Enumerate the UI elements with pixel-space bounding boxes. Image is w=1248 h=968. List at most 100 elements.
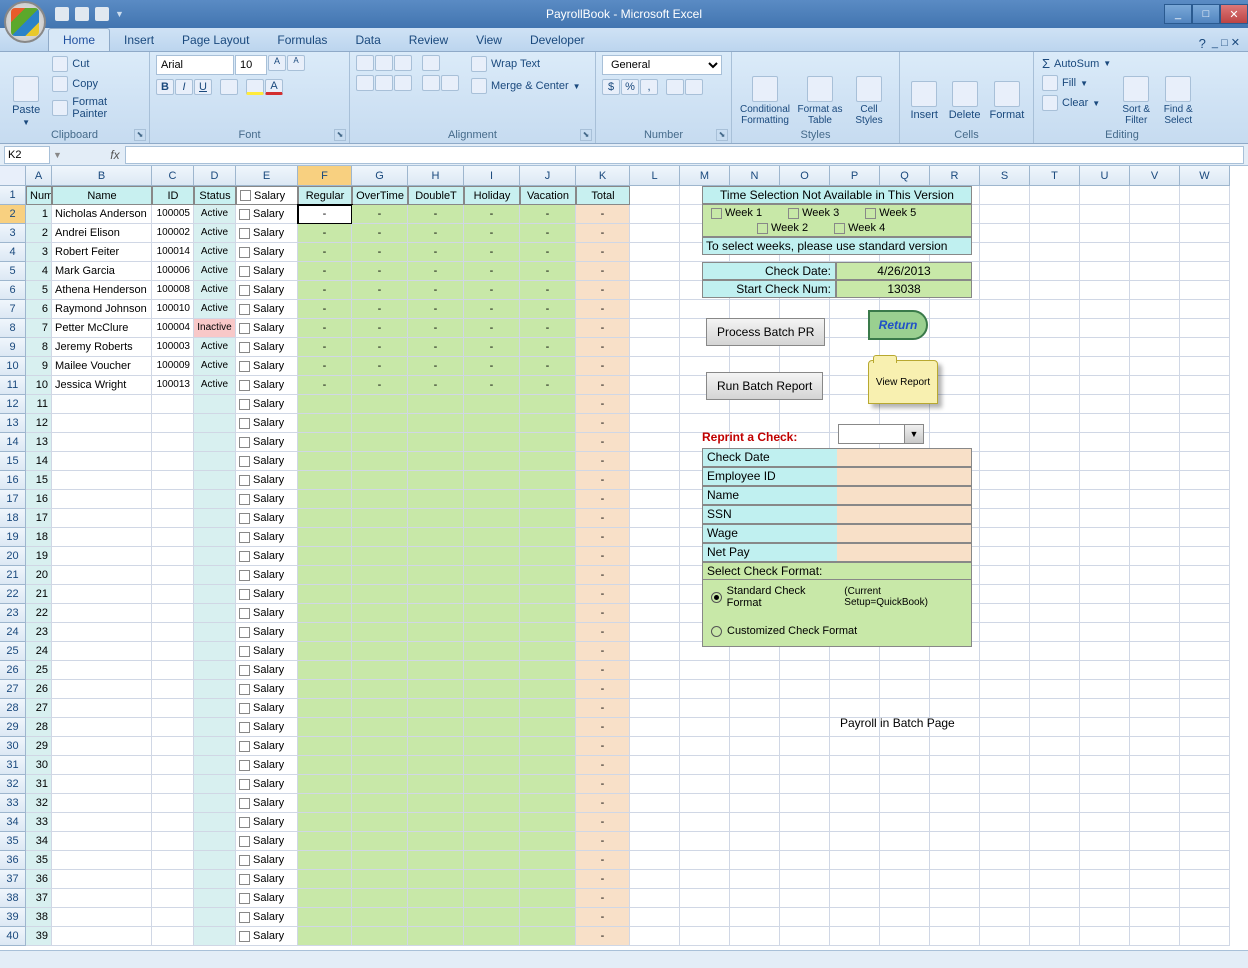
cell-time[interactable]: [464, 832, 520, 851]
cell-time[interactable]: -: [408, 262, 464, 281]
salary-checkbox[interactable]: Salary: [236, 243, 298, 262]
cell-time[interactable]: [352, 775, 408, 794]
cell-time[interactable]: [408, 490, 464, 509]
cell-time[interactable]: [298, 490, 352, 509]
cell-time[interactable]: [408, 718, 464, 737]
cell-status[interactable]: [194, 585, 236, 604]
cell-time[interactable]: [520, 604, 576, 623]
cell-time[interactable]: -: [464, 262, 520, 281]
cell-status[interactable]: [194, 623, 236, 642]
header-overtime[interactable]: OverTime: [352, 186, 408, 205]
cell-time[interactable]: [464, 471, 520, 490]
cell-time[interactable]: [520, 471, 576, 490]
cell-num[interactable]: 19: [26, 547, 52, 566]
cell-time[interactable]: [464, 547, 520, 566]
undo-icon[interactable]: [75, 7, 89, 21]
cell-time[interactable]: [352, 528, 408, 547]
cell-name[interactable]: [52, 585, 152, 604]
align-middle-icon[interactable]: [375, 55, 393, 71]
cell-time[interactable]: [464, 604, 520, 623]
cell-time[interactable]: -: [352, 357, 408, 376]
cell-total[interactable]: -: [576, 870, 630, 889]
cell-time[interactable]: [464, 642, 520, 661]
horizontal-scrollbar[interactable]: [0, 950, 1248, 968]
cell-num[interactable]: 33: [26, 813, 52, 832]
cell-num[interactable]: 37: [26, 889, 52, 908]
cell-num[interactable]: 15: [26, 471, 52, 490]
cell-id[interactable]: [152, 414, 194, 433]
col-header-F[interactable]: F: [298, 166, 352, 186]
salary-checkbox[interactable]: Salary: [236, 414, 298, 433]
row-header-21[interactable]: 21: [0, 566, 26, 585]
cell-time[interactable]: -: [352, 281, 408, 300]
cell-time[interactable]: [464, 870, 520, 889]
orientation-icon[interactable]: [422, 55, 440, 71]
row-header-8[interactable]: 8: [0, 319, 26, 338]
row-header-36[interactable]: 36: [0, 851, 26, 870]
salary-checkbox[interactable]: Salary: [236, 813, 298, 832]
cell-time[interactable]: [298, 718, 352, 737]
cell-status[interactable]: [194, 661, 236, 680]
cell-time[interactable]: -: [298, 281, 352, 300]
cell-time[interactable]: [298, 604, 352, 623]
cell-time[interactable]: [520, 832, 576, 851]
salary-checkbox[interactable]: Salary: [236, 661, 298, 680]
cell-name[interactable]: [52, 395, 152, 414]
salary-checkbox[interactable]: Salary: [236, 775, 298, 794]
cell-id[interactable]: [152, 908, 194, 927]
cell-name[interactable]: [52, 908, 152, 927]
cell-num[interactable]: 7: [26, 319, 52, 338]
cell-time[interactable]: [520, 775, 576, 794]
cell-id[interactable]: [152, 737, 194, 756]
cell-name[interactable]: [52, 680, 152, 699]
shrink-font-icon[interactable]: A: [287, 55, 305, 71]
cell-time[interactable]: -: [520, 319, 576, 338]
cell-time[interactable]: -: [408, 300, 464, 319]
cell-id[interactable]: [152, 490, 194, 509]
cell-time[interactable]: [352, 547, 408, 566]
cell-id[interactable]: [152, 813, 194, 832]
cell-time[interactable]: -: [352, 205, 408, 224]
cell-time[interactable]: [352, 699, 408, 718]
cell-time[interactable]: -: [352, 319, 408, 338]
select-all-corner[interactable]: [0, 166, 26, 186]
cell-id[interactable]: [152, 661, 194, 680]
fill-button[interactable]: Fill▼: [1040, 74, 1113, 92]
cell-status[interactable]: Active: [194, 205, 236, 224]
dialog-launcher-icon[interactable]: ⬊: [580, 129, 592, 141]
salary-checkbox[interactable]: Salary: [236, 604, 298, 623]
row-header-4[interactable]: 4: [0, 243, 26, 262]
cell-total[interactable]: -: [576, 471, 630, 490]
col-header-N[interactable]: N: [730, 166, 780, 186]
cell-status[interactable]: Active: [194, 243, 236, 262]
cell-time[interactable]: [298, 794, 352, 813]
cell-time[interactable]: [464, 566, 520, 585]
cell-time[interactable]: [464, 623, 520, 642]
cell-time[interactable]: -: [298, 205, 352, 224]
cell-total[interactable]: -: [576, 756, 630, 775]
row-header-38[interactable]: 38: [0, 889, 26, 908]
font-color-icon[interactable]: A: [265, 79, 283, 95]
col-header-M[interactable]: M: [680, 166, 730, 186]
cell-time[interactable]: [520, 718, 576, 737]
cell-time[interactable]: [298, 908, 352, 927]
salary-checkbox[interactable]: Salary: [236, 699, 298, 718]
reprint-field-value[interactable]: [837, 544, 971, 561]
col-header-W[interactable]: W: [1180, 166, 1230, 186]
header-vacation[interactable]: Vacation: [520, 186, 576, 205]
cell-name[interactable]: [52, 756, 152, 775]
cell-num[interactable]: 39: [26, 927, 52, 946]
cell-name[interactable]: Mark Garcia: [52, 262, 152, 281]
standard-format-radio[interactable]: Standard Check Format (Current Setup=Qui…: [703, 582, 971, 612]
cell-name[interactable]: [52, 642, 152, 661]
office-button[interactable]: [4, 1, 46, 43]
cell-total[interactable]: -: [576, 319, 630, 338]
cell-time[interactable]: [520, 737, 576, 756]
cell-time[interactable]: [298, 547, 352, 566]
cell-name[interactable]: Robert Feiter: [52, 243, 152, 262]
cell-time[interactable]: [408, 528, 464, 547]
check-date-value[interactable]: 4/26/2013: [836, 262, 972, 280]
row-header-22[interactable]: 22: [0, 585, 26, 604]
cell-name[interactable]: [52, 490, 152, 509]
cell-time[interactable]: -: [298, 300, 352, 319]
